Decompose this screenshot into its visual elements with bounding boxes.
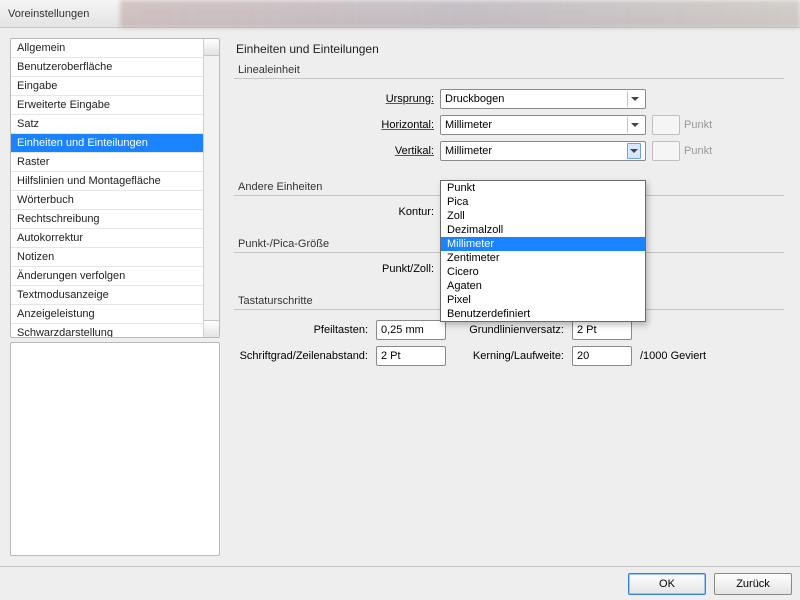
dropdown-option[interactable]: Agaten: [441, 279, 645, 293]
horizontal-label: Horizontal:: [238, 119, 434, 131]
content-area: AllgemeinBenutzeroberflächeEingabeErweit…: [0, 28, 800, 566]
pfeiltasten-input[interactable]: [376, 320, 446, 340]
kerning-label: Kerning/Laufweite:: [454, 350, 564, 362]
kerning-suffix: /1000 Geviert: [640, 350, 780, 362]
dropdown-option[interactable]: Benutzerdefiniert: [441, 307, 645, 321]
sidebar-item[interactable]: Einheiten und Einteilungen: [11, 134, 203, 153]
sidebar-item[interactable]: Notizen: [11, 248, 203, 267]
sidebar-item[interactable]: Rechtschreibung: [11, 210, 203, 229]
titlebar-blur: [120, 0, 800, 28]
horizontal-combo[interactable]: Millimeter: [440, 115, 646, 135]
horizontal-punkt-block: Punkt: [652, 115, 712, 135]
schriftgrad-input[interactable]: [376, 346, 446, 366]
sidebar-item[interactable]: Schwarzdarstellung: [11, 324, 203, 337]
sidebar-item[interactable]: Satz: [11, 115, 203, 134]
horizontal-value: Millimeter: [445, 119, 492, 131]
sidebar-item[interactable]: Raster: [11, 153, 203, 172]
dropdown-option[interactable]: Millimeter: [441, 237, 645, 251]
sidebar-wrap: AllgemeinBenutzeroberflächeEingabeErweit…: [10, 38, 220, 556]
horizontal-punkt-input[interactable]: [652, 115, 680, 135]
preferences-window: Voreinstellungen AllgemeinBenutzeroberfl…: [0, 0, 800, 600]
sidebar-item[interactable]: Änderungen verfolgen: [11, 267, 203, 286]
sidebar-item[interactable]: Eingabe: [11, 77, 203, 96]
sidebar-item[interactable]: Erweiterte Eingabe: [11, 96, 203, 115]
vertikal-punkt-input[interactable]: [652, 141, 680, 161]
vertikal-dropdown[interactable]: PunktPicaZollDezimalzollMillimeterZentim…: [440, 180, 646, 322]
sidebar-item[interactable]: Autokorrektur: [11, 229, 203, 248]
horizontal-punkt-label: Punkt: [684, 119, 712, 131]
sidebar-item[interactable]: Wörterbuch: [11, 191, 203, 210]
vertikal-value: Millimeter: [445, 145, 492, 157]
vertikal-label: Vertikal:: [238, 145, 434, 157]
cancel-button[interactable]: Zurück: [714, 573, 792, 595]
schriftgrad-label: Schriftgrad/Zeilenabstand:: [238, 350, 368, 362]
dropdown-option[interactable]: Zentimeter: [441, 251, 645, 265]
ursprung-label: Ursprung:: [238, 93, 434, 105]
kontur-label: Kontur:: [238, 206, 434, 218]
chevron-down-icon: [627, 117, 641, 133]
page-title: Einheiten und Einteilungen: [234, 42, 784, 56]
ursprung-combo[interactable]: Druckbogen: [440, 89, 646, 109]
dropdown-option[interactable]: Pixel: [441, 293, 645, 307]
ok-button[interactable]: OK: [628, 573, 706, 595]
group-label: Linealeinheit: [234, 64, 784, 76]
grundlinie-label: Grundlinienversatz:: [454, 324, 564, 336]
sidebar-item[interactable]: Textmodusanzeige: [11, 286, 203, 305]
group-linealeinheit: Linealeinheit Ursprung: Druckbogen Horiz…: [234, 64, 784, 171]
chevron-down-icon: [627, 143, 641, 159]
punktzoll-label: Punkt/Zoll:: [238, 263, 434, 275]
pfeiltasten-label: Pfeiltasten:: [238, 324, 368, 336]
dropdown-option[interactable]: Zoll: [441, 209, 645, 223]
dropdown-option[interactable]: Pica: [441, 195, 645, 209]
sidebar-item[interactable]: Benutzeroberfläche: [11, 58, 203, 77]
titlebar: Voreinstellungen: [0, 0, 800, 28]
main-panel: Einheiten und Einteilungen Linealeinheit…: [234, 38, 790, 556]
preview-box: [10, 342, 220, 556]
ursprung-value: Druckbogen: [445, 93, 504, 105]
grundlinie-input[interactable]: [572, 320, 632, 340]
dropdown-option[interactable]: Cicero: [441, 265, 645, 279]
category-list[interactable]: AllgemeinBenutzeroberflächeEingabeErweit…: [10, 38, 220, 338]
chevron-down-icon: [627, 91, 641, 107]
kerning-input[interactable]: [572, 346, 632, 366]
dropdown-option[interactable]: Punkt: [441, 181, 645, 195]
sidebar-item[interactable]: Hilfslinien und Montagefläche: [11, 172, 203, 191]
vertikal-punkt-block: Punkt: [652, 141, 712, 161]
dropdown-option[interactable]: Dezimalzoll: [441, 223, 645, 237]
sidebar-item[interactable]: Anzeigeleistung: [11, 305, 203, 324]
dialog-footer: OK Zurück: [0, 566, 800, 600]
vertikal-combo[interactable]: Millimeter: [440, 141, 646, 161]
vertikal-punkt-label: Punkt: [684, 145, 712, 157]
window-title: Voreinstellungen: [8, 8, 89, 20]
sidebar-item[interactable]: Allgemein: [11, 39, 203, 58]
sidebar-scrollbar[interactable]: [203, 39, 219, 337]
